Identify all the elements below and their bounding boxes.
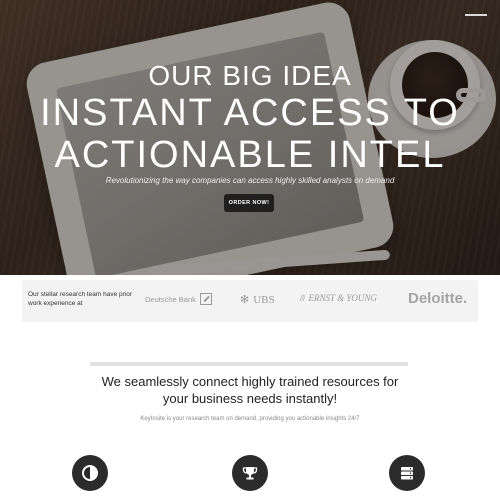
hero-headline: INSTANT ACCESS TO ACTIONABLE INTEL: [0, 92, 500, 176]
order-now-button[interactable]: ORDER NOW!: [224, 194, 274, 212]
ey-bars-icon: ///: [300, 293, 305, 303]
contrast-icon: [82, 465, 98, 481]
section-subtext: KeyInsite is your research team on deman…: [140, 416, 360, 422]
feature-server: [389, 455, 425, 491]
deutsche-bank-logo: Deutsche Bank: [145, 293, 212, 305]
headline-line-2: ACTIONABLE INTEL: [54, 134, 446, 176]
deloitte-logo: Deloitte.: [408, 290, 467, 307]
deloitte-label: Deloitte.: [408, 290, 468, 307]
hero-tagline: Revolutionizing the way companies can ac…: [105, 176, 395, 185]
ubs-label: UBS: [253, 293, 275, 306]
deutsche-bank-label: Deutsche Bank: [145, 294, 196, 304]
lead-line-2: your business needs instantly!: [162, 391, 338, 406]
ernst-young-label: ERNST & YOUNG: [308, 293, 377, 303]
ernst-young-logo: /// ERNST & YOUNG: [300, 293, 377, 303]
logos-intro-text: Our stellar research team have prior wor…: [28, 291, 133, 307]
client-logos-bar: Our stellar research team have prior wor…: [22, 280, 478, 322]
section-divider: [90, 362, 408, 366]
deutsche-bank-slash-icon: [199, 293, 212, 305]
keys-icon: ✻: [240, 294, 250, 306]
headline-line-1: INSTANT ACCESS TO: [40, 92, 460, 134]
feature-contrast: [72, 455, 108, 491]
feature-trophy: [232, 455, 268, 491]
trophy-icon: [242, 467, 258, 480]
server-icon: [401, 467, 413, 480]
menu-icon[interactable]: [465, 14, 487, 16]
lead-line-1: We seamlessly connect highly trained res…: [101, 374, 399, 389]
ubs-logo: ✻ UBS: [240, 293, 275, 307]
hero-kicker: OUR BIG IDEA: [148, 60, 352, 91]
section-lead: We seamlessly connect highly trained res…: [70, 373, 430, 407]
